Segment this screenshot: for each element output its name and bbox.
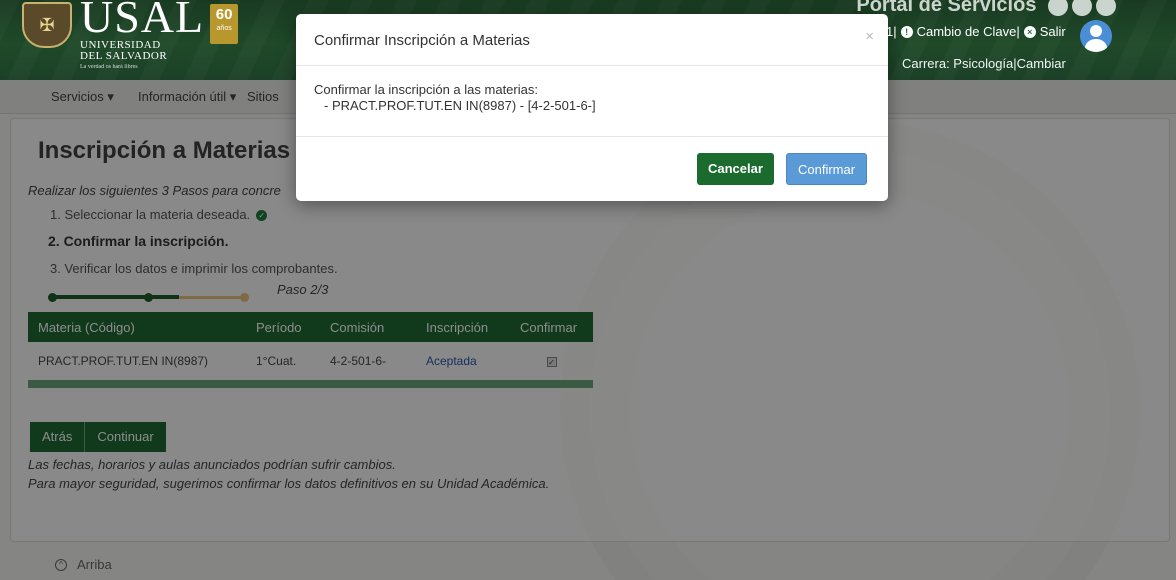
- anniversary-badge: 60 años: [210, 4, 239, 44]
- logo-sub2: del Salvador: [80, 50, 168, 62]
- modal-title: Confirmar Inscripción a Materias: [314, 32, 530, 49]
- change-password-link[interactable]: Cambio de Clave|: [917, 24, 1020, 39]
- confirm-modal: Confirmar Inscripción a Materias × Confi…: [296, 14, 888, 201]
- logo-tagline: La verdad os hará libres: [80, 64, 138, 70]
- portal-title: Portal de Servicios: [856, 0, 1116, 17]
- modal-body-text: Confirmar la inscripción a las materias:: [314, 82, 538, 97]
- linkedin-icon[interactable]: [1096, 0, 1116, 16]
- user-avatar-icon[interactable]: [1080, 20, 1112, 52]
- key-icon: !: [900, 25, 913, 38]
- social-icon[interactable]: [1048, 0, 1068, 16]
- usal-logo[interactable]: ✠ USAL Universidad del Salvador La verda…: [22, 0, 239, 70]
- crest-icon: ✠: [22, 2, 72, 48]
- facebook-icon[interactable]: [1072, 0, 1092, 16]
- user-suffix: 1|: [886, 24, 897, 39]
- user-links: 1| ! Cambio de Clave| × Salir: [886, 24, 1066, 39]
- modal-footer: Cancelar Confirmar: [296, 137, 888, 201]
- logo-main-text: USAL: [80, 0, 205, 42]
- logout-link[interactable]: Salir: [1040, 24, 1066, 39]
- logout-icon: ×: [1023, 25, 1036, 38]
- modal-header: Confirmar Inscripción a Materias ×: [296, 14, 888, 66]
- career-selector[interactable]: Carrera: Psicología|Cambiar: [902, 56, 1066, 71]
- modal-subject-item: - PRACT.PROF.TUT.EN IN(8987) - [4-2-501-…: [324, 98, 596, 113]
- cancel-button[interactable]: Cancelar: [697, 153, 774, 185]
- close-icon[interactable]: ×: [865, 28, 874, 45]
- confirm-button[interactable]: Confirmar: [786, 153, 868, 185]
- modal-body: Confirmar la inscripción a las materias:…: [296, 66, 888, 137]
